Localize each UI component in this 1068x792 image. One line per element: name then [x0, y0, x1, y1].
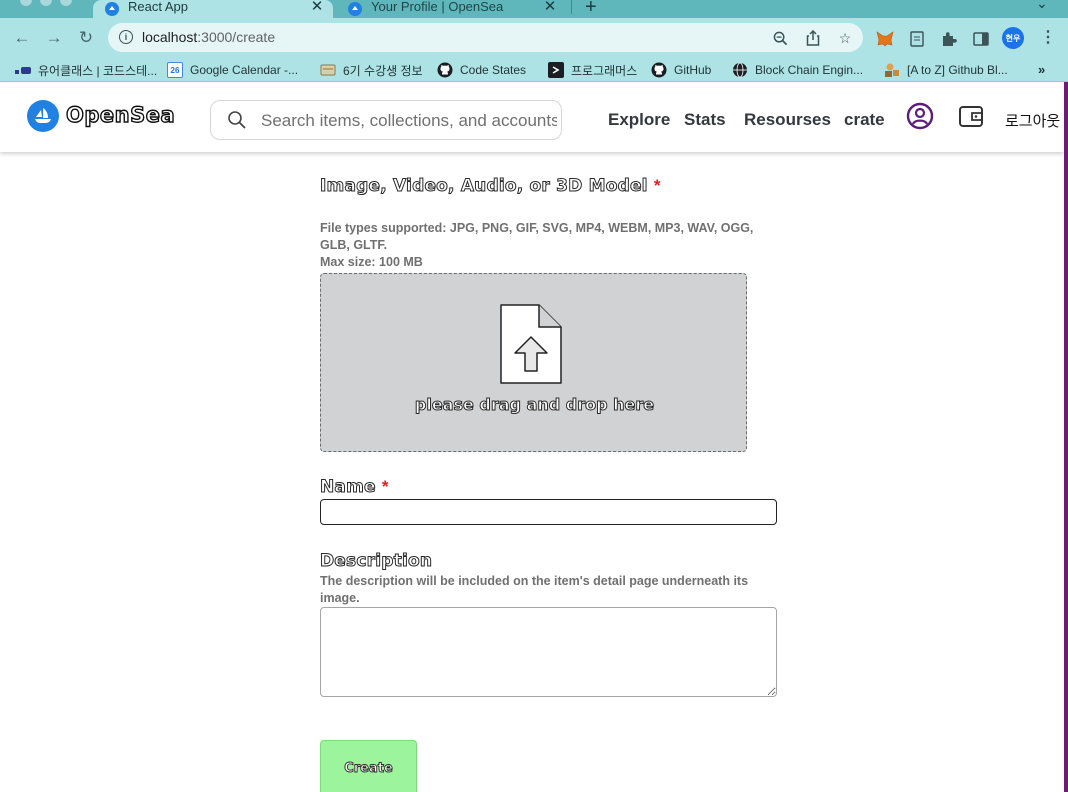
new-tab-icon[interactable]: +: [585, 0, 597, 19]
search-icon: [228, 111, 246, 129]
required-mark: *: [381, 477, 389, 496]
nav-create[interactable]: crate: [844, 110, 885, 130]
tab-title: React App: [128, 0, 188, 14]
bookmark-label: [A to Z] Github Bl...: [907, 63, 1008, 77]
tab-opensea-profile[interactable]: Your Profile | OpenSea ✕: [336, 0, 572, 18]
brand-name[interactable]: OpenSea: [65, 102, 175, 127]
window-close-control[interactable]: [20, 0, 32, 6]
blog-icon: [884, 62, 900, 78]
description-help: The description will be included on the …: [320, 574, 749, 605]
address-bar[interactable]: i localhost:3000/create ☆: [108, 23, 863, 52]
bookmark-star-icon[interactable]: ☆: [836, 29, 854, 47]
globe-icon: [732, 62, 748, 78]
codestates-icon: [15, 62, 31, 78]
site-header: OpenSea Explore Stats Resourses crate: [0, 88, 1064, 152]
bookmark-item[interactable]: Code States: [437, 61, 526, 79]
opensea-logo-icon[interactable]: [27, 100, 59, 132]
browser-menu-icon[interactable]: ⋮: [1040, 27, 1056, 47]
bookmark-item[interactable]: GitHub: [651, 61, 711, 79]
bookmark-label: 프로그래머스: [571, 63, 638, 78]
media-label: Image, Video, Audio, or 3D Model *: [320, 176, 661, 197]
name-label: Name *: [320, 477, 389, 498]
url-text: localhost:3000/create: [142, 29, 276, 45]
tab-title: Your Profile | OpenSea: [371, 0, 504, 14]
search-input[interactable]: [261, 109, 557, 133]
doc-extension-icon[interactable]: [908, 30, 926, 48]
max-size-text: Max size: 100 MB: [320, 255, 423, 269]
bookmark-label: Google Calendar -...: [190, 63, 299, 77]
forward-arrow-icon[interactable]: →: [42, 26, 66, 50]
calendar-icon: 26: [167, 62, 183, 78]
bookmarks-overflow-icon[interactable]: »: [1038, 62, 1045, 77]
required-mark: *: [653, 176, 661, 195]
bookmark-item[interactable]: 26 Google Calendar -...: [167, 61, 298, 79]
tab-divider: [571, 0, 572, 14]
bookmarks-bar: 유어클래스 | 코드스테... 26 Google Calendar -... …: [0, 58, 1068, 82]
bookmark-item[interactable]: [A to Z] Github Bl...: [884, 61, 1008, 79]
side-panel-icon[interactable]: [972, 30, 990, 48]
description-label: Description: [319, 551, 433, 572]
nav-resources[interactable]: Resourses: [744, 110, 831, 130]
bookmark-label: GitHub: [674, 63, 712, 77]
extensions-puzzle-icon[interactable]: [940, 30, 958, 48]
nav-explore[interactable]: Explore: [608, 110, 670, 130]
bookmark-item[interactable]: 유어클래스 | 코드스테...: [15, 61, 157, 79]
profile-avatar[interactable]: 현우: [1002, 27, 1024, 49]
share-icon[interactable]: [804, 29, 822, 47]
bookmark-item[interactable]: Block Chain Engin...: [732, 61, 863, 79]
reload-icon[interactable]: ↻: [74, 26, 98, 50]
zoom-icon[interactable]: [771, 29, 789, 47]
description-textarea[interactable]: [320, 607, 777, 697]
nav-stats[interactable]: Stats: [684, 110, 726, 130]
account-icon[interactable]: [906, 102, 934, 130]
bookmark-label: Block Chain Engin...: [755, 63, 864, 77]
site-info-icon[interactable]: i: [119, 30, 133, 44]
tab-search-chevron-icon[interactable]: ⌄: [1036, 0, 1048, 12]
wallet-icon[interactable]: [957, 102, 985, 130]
browser-toolbar: ← → ↻ i localhost:3000/create ☆ 현우 ⋮: [0, 18, 1068, 58]
bookmark-label: 유어클래스 | 코드스테...: [38, 63, 158, 78]
metamask-fox-icon[interactable]: [876, 30, 894, 48]
bookmark-label: Code States: [460, 63, 527, 77]
page-viewport: OpenSea Explore Stats Resourses crate: [0, 82, 1064, 792]
name-input[interactable]: [320, 499, 777, 525]
file-upload-icon: [500, 304, 562, 384]
search-bar: [210, 100, 562, 140]
react-favicon-icon: [105, 2, 119, 16]
browser-tabstrip: React App ✕ Your Profile | OpenSea ✕ + ⌄: [0, 0, 1068, 18]
file-types-help: File types supported: JPG, PNG, GIF, SVG…: [320, 221, 754, 269]
opensea-favicon-icon: [348, 2, 362, 16]
window-edge: [1064, 82, 1068, 792]
back-arrow-icon[interactable]: ←: [10, 26, 34, 50]
bookmark-label: 6기 수강생 정보: [343, 63, 423, 78]
dropzone-text: please drag and drop here: [414, 395, 655, 415]
notepad-icon: [320, 62, 336, 78]
bookmark-item[interactable]: 프로그래머스: [548, 61, 637, 79]
github-icon: [651, 62, 667, 78]
programmers-icon: [548, 62, 564, 78]
github-icon: [437, 62, 453, 78]
window-maximize-control[interactable]: [60, 0, 72, 6]
close-tab-icon[interactable]: ✕: [542, 0, 558, 15]
bookmark-item[interactable]: 6기 수강생 정보: [320, 61, 423, 79]
close-tab-icon[interactable]: ✕: [309, 0, 325, 15]
create-button[interactable]: Create: [320, 740, 417, 792]
logout-link[interactable]: 로그아웃: [1005, 110, 1060, 131]
file-dropzone[interactable]: please drag and drop here: [320, 273, 747, 452]
tab-react-app[interactable]: React App ✕: [93, 0, 333, 18]
window-minimize-control[interactable]: [40, 0, 52, 6]
